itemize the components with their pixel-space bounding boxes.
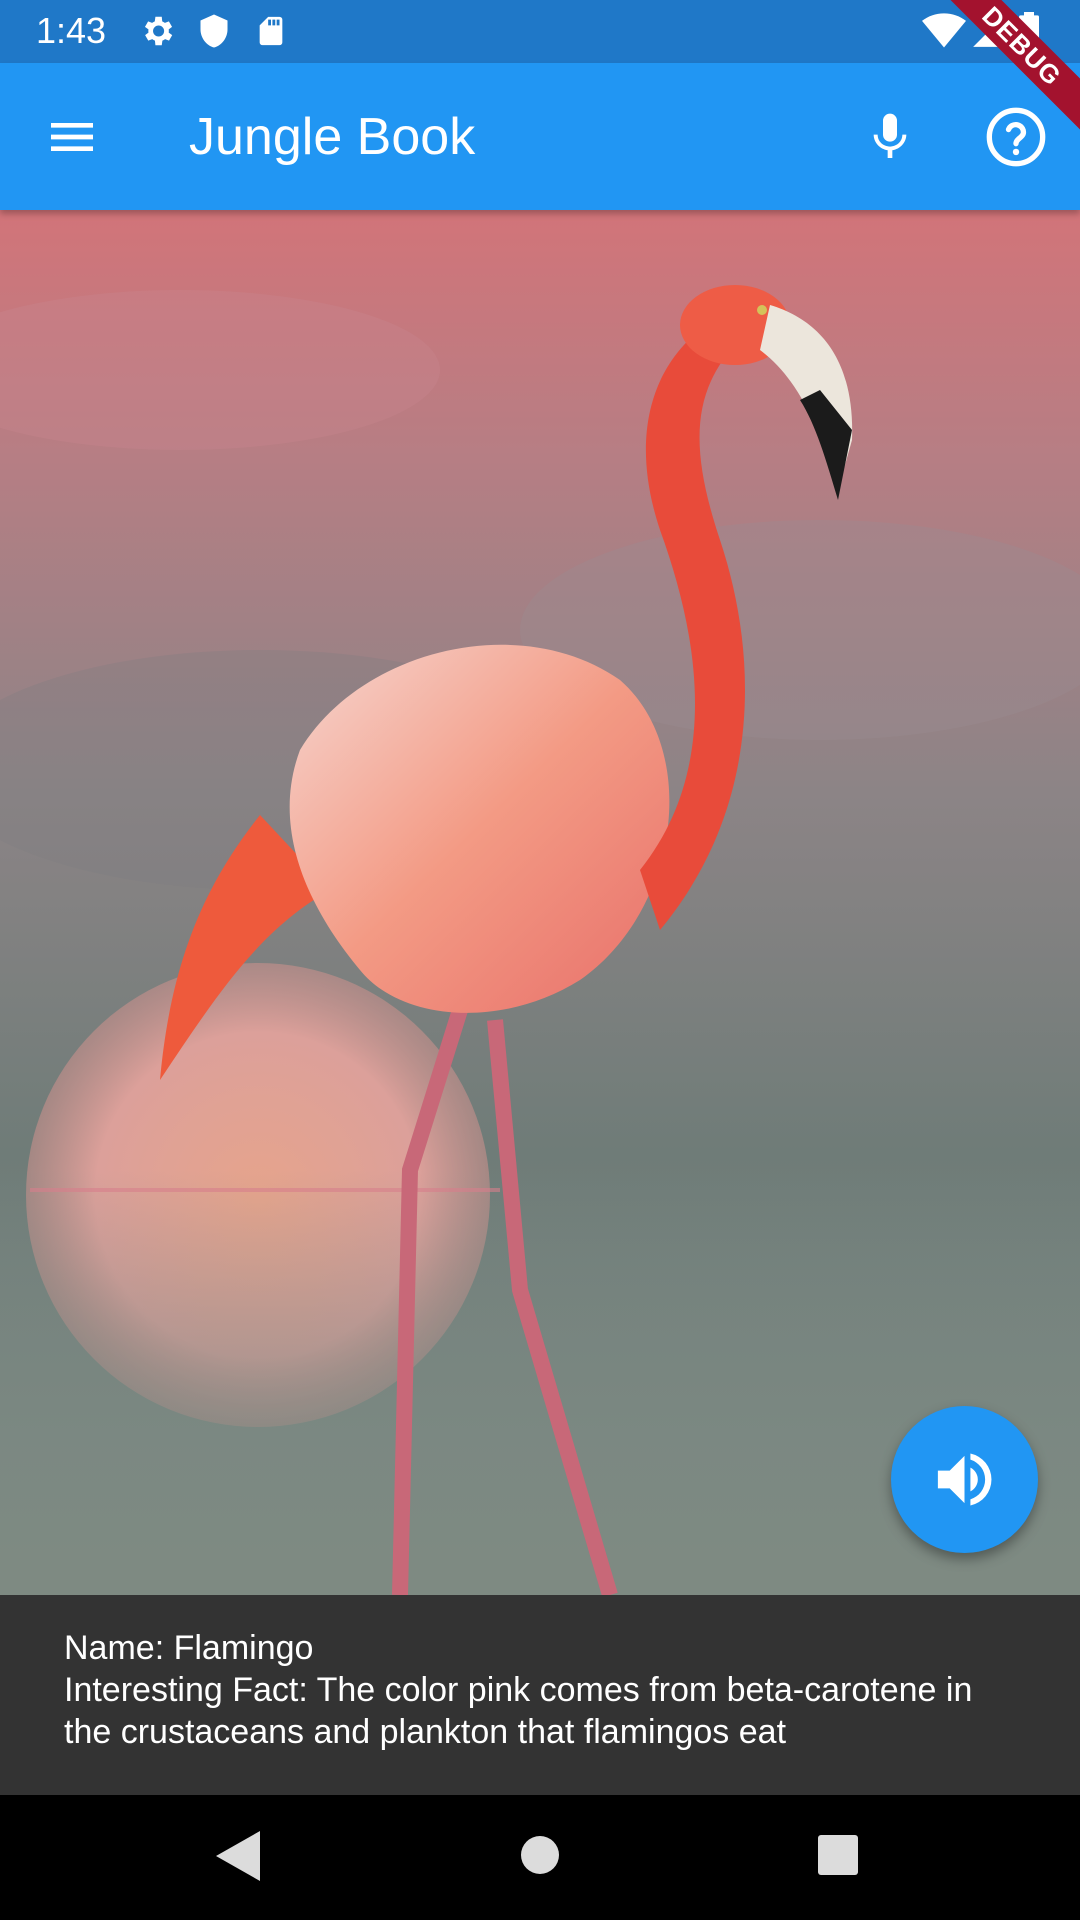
app-screen: 1:43 DEBUG Jungle Book Name: Flamingo In… (0, 0, 1080, 1920)
status-bar: 1:43 (0, 0, 1080, 63)
page-title: Jungle Book (189, 108, 476, 166)
home-icon[interactable] (519, 1834, 561, 1881)
system-nav-bar (0, 1795, 1080, 1920)
animal-name: Name: Flamingo (64, 1629, 314, 1667)
status-time: 1:43 (36, 10, 107, 51)
speak-button[interactable] (891, 1406, 1038, 1553)
back-icon[interactable] (216, 1831, 260, 1886)
app-bar: Jungle Book (0, 63, 1080, 210)
animal-fact: Interesting Fact: The color pink comes f… (64, 1671, 973, 1751)
volume-up-icon (937, 1453, 992, 1506)
settings-icon (138, 12, 176, 55)
animal-image (0, 210, 1080, 1595)
help-icon[interactable] (984, 105, 1048, 174)
recents-icon[interactable] (818, 1835, 858, 1880)
animal-info-panel: Name: Flamingo Interesting Fact: The col… (0, 1595, 1080, 1795)
shield-icon (196, 12, 232, 55)
sd-card-icon (254, 12, 288, 55)
animal-info-text: Name: Flamingo Interesting Fact: The col… (64, 1627, 1024, 1753)
microphone-icon[interactable] (862, 107, 918, 172)
wifi-icon (922, 12, 966, 55)
menu-icon[interactable] (44, 109, 100, 170)
